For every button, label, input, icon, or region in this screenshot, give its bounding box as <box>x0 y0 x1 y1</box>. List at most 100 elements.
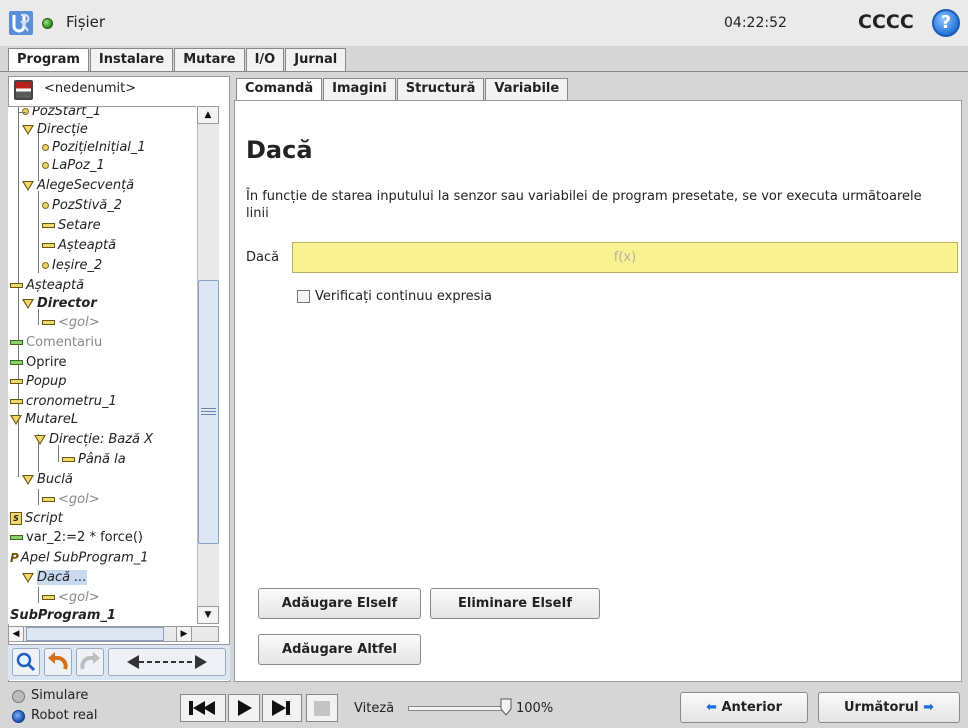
tree-item-cronometru[interactable]: cronometru_1 <box>10 393 117 411</box>
title-bar <box>0 0 968 46</box>
call-p-icon: P <box>10 551 19 565</box>
help-icon[interactable]: ? <box>932 9 960 37</box>
move-arrows-icon <box>127 655 207 669</box>
tab-program[interactable]: Program <box>8 48 89 72</box>
continuous-check-checkbox[interactable] <box>297 290 310 303</box>
real-robot-label[interactable]: Robot real <box>31 708 97 723</box>
tree-item-popup[interactable]: Popup <box>10 373 67 391</box>
tab-move[interactable]: Mutare <box>174 48 245 72</box>
tree-item-daca[interactable]: Dacă ... <box>22 569 87 587</box>
add-else-button[interactable]: Adăugare Altfel <box>258 634 421 665</box>
program-tree[interactable]: PozStart_1 Direcție PozițieInițial_1 LaP… <box>8 106 196 624</box>
tab-structure[interactable]: Structură <box>396 78 485 100</box>
green-bar-icon <box>10 340 23 345</box>
tab-graphics[interactable]: Imagini <box>323 78 396 100</box>
tree-item-gol[interactable]: <gol> <box>42 314 100 332</box>
tree-item-asteapta[interactable]: Așteaptă <box>42 237 116 255</box>
command-bar-icon <box>42 320 55 325</box>
remove-elseif-button[interactable]: Eliminare ElseIf <box>430 588 600 619</box>
redo-button[interactable] <box>76 648 104 676</box>
scroll-up-icon[interactable]: ▲ <box>197 106 219 124</box>
if-label: Dacă <box>246 250 280 265</box>
arrow-right-icon: ➡ <box>923 700 934 715</box>
ur-logo-icon <box>9 11 33 35</box>
folder-triangle-icon <box>22 572 34 583</box>
green-bar-icon <box>10 535 23 540</box>
tree-item-pozstiva[interactable]: PozStivă_2 <box>42 197 122 215</box>
command-bar-icon <box>42 497 55 502</box>
robot-name: CCCC <box>858 11 914 33</box>
tree-item-oprire[interactable]: Oprire <box>10 354 67 372</box>
real-robot-radio[interactable] <box>12 710 25 723</box>
tree-item-director[interactable]: Director <box>22 295 97 313</box>
tree-item-script[interactable]: S Script <box>10 510 63 528</box>
command-bar-icon <box>42 223 55 228</box>
simulation-radio[interactable] <box>12 690 25 703</box>
tree-item-alegesecventa[interactable]: AlegeSecvență <box>22 177 134 195</box>
tree-item-mutarel[interactable]: MutareL <box>10 411 78 429</box>
search-icon <box>16 652 36 672</box>
tree-item-asteapta-2[interactable]: Așteaptă <box>10 277 84 295</box>
continuous-check-label[interactable]: Verificați continuu expresia <box>315 289 492 304</box>
stop-button[interactable] <box>306 694 338 722</box>
tree-item-gol-3[interactable]: <gol> <box>42 589 100 607</box>
command-bar-icon <box>10 399 23 404</box>
tree-item-subprogram[interactable]: SubProgram_1 <box>10 607 116 624</box>
tree-item-lapoz[interactable]: LaPoz_1 <box>42 157 105 175</box>
tree-item-comentariu[interactable]: Comentariu <box>10 334 102 352</box>
folder-triangle-icon <box>22 180 34 191</box>
step-forward-button[interactable] <box>262 694 302 722</box>
simulation-label[interactable]: Simulare <box>31 688 88 703</box>
tree-item-iesire[interactable]: Ieșire_2 <box>42 257 102 275</box>
scroll-grip-icon <box>201 408 216 416</box>
undo-icon <box>48 652 68 670</box>
search-button[interactable] <box>12 648 40 676</box>
undo-button[interactable] <box>44 648 72 676</box>
play-button[interactable] <box>228 694 260 722</box>
command-description: În funcție de starea inputului la senzor… <box>246 189 922 221</box>
program-name: <nedenumit> <box>44 81 137 96</box>
previous-button[interactable]: ⬅ Anterior <box>680 692 808 723</box>
folder-triangle-icon <box>22 474 34 485</box>
waypoint-icon <box>42 162 49 169</box>
command-bar-icon <box>42 595 55 600</box>
expression-field[interactable]: f(x) <box>292 242 958 273</box>
tree-item-directie[interactable]: Direcție <box>22 121 88 139</box>
tab-command[interactable]: Comandă <box>236 78 323 100</box>
tab-installation[interactable]: Instalare <box>89 48 174 72</box>
waypoint-icon <box>42 202 49 209</box>
folder-triangle-icon <box>22 298 34 309</box>
speed-value: 100% <box>516 701 554 716</box>
folder-triangle-icon <box>10 414 22 425</box>
green-bar-icon <box>10 360 23 365</box>
tree-item-gol-2[interactable]: <gol> <box>42 491 100 509</box>
tree-item-directie-baza[interactable]: Direcție: Bază X <box>34 431 153 449</box>
rewind-button[interactable] <box>180 694 226 722</box>
tree-hscroll-thumb[interactable] <box>26 627 164 641</box>
tree-item-apel-subprogram[interactable]: P Apel SubProgram_1 <box>10 549 149 567</box>
tree-item-var2[interactable]: var_2:=2 * force() <box>10 529 143 547</box>
move-node-button[interactable] <box>108 648 226 676</box>
tree-item-pozitieinitiala[interactable]: PozițieInițial_1 <box>42 139 146 157</box>
scroll-down-icon[interactable]: ▼ <box>197 606 219 624</box>
tree-item-pana-la[interactable]: Până la <box>62 451 126 469</box>
tree-item-bucla[interactable]: Buclă <box>22 471 73 489</box>
file-menu[interactable]: Fișier <box>66 13 105 31</box>
speed-slider-thumb-icon[interactable] <box>500 698 512 716</box>
tree-item-pozstart[interactable]: PozStart_1 <box>18 107 101 121</box>
page-title: Dacă <box>246 136 313 164</box>
scroll-right-icon[interactable]: ▶ <box>176 626 192 642</box>
tab-variables[interactable]: Variabile <box>485 78 569 100</box>
save-icon[interactable] <box>14 80 33 100</box>
add-elseif-button[interactable]: Adăugare ElseIf <box>258 588 421 619</box>
speed-slider[interactable] <box>408 706 508 711</box>
redo-icon <box>80 652 100 670</box>
waypoint-icon <box>42 144 49 151</box>
command-tabs: Comandă Imagini Structură Variabile <box>236 78 569 100</box>
tab-io[interactable]: I/O <box>245 48 285 72</box>
tree-item-setare[interactable]: Setare <box>42 217 101 235</box>
next-button[interactable]: Următorul ➡ <box>818 692 960 723</box>
speed-label: Viteză <box>354 701 395 716</box>
scroll-left-icon[interactable]: ◀ <box>8 626 24 642</box>
tab-log[interactable]: Jurnal <box>285 48 347 72</box>
